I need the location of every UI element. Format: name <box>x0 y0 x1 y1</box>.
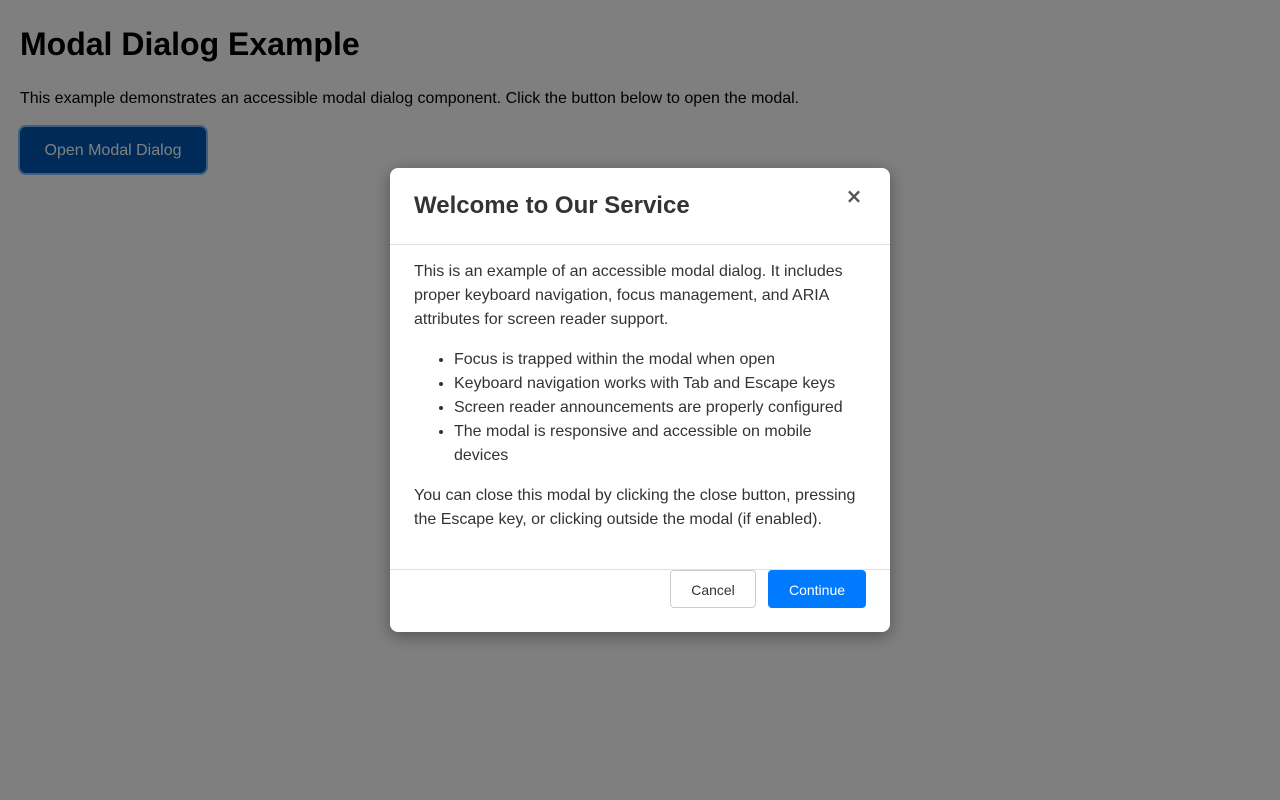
cancel-button[interactable]: Cancel <box>670 570 756 608</box>
modal-dialog: Welcome to Our Service × This is an exam… <box>390 168 890 632</box>
list-item: The modal is responsive and accessible o… <box>454 420 866 468</box>
close-icon[interactable]: × <box>842 184 866 208</box>
feature-list: Focus is trapped within the modal when o… <box>414 348 866 468</box>
modal-title: Welcome to Our Service <box>414 192 690 219</box>
modal-intro-text: This is an example of an accessible moda… <box>414 263 843 328</box>
continue-button[interactable]: Continue <box>768 570 866 608</box>
list-item: Focus is trapped within the modal when o… <box>454 348 866 372</box>
list-item: Keyboard navigation works with Tab and E… <box>454 372 866 396</box>
list-item: Screen reader announcements are properly… <box>454 396 866 420</box>
modal-header: Welcome to Our Service × <box>390 168 890 245</box>
modal-body: This is an example of an accessible moda… <box>414 260 866 532</box>
modal-footer: Cancel Continue <box>390 569 890 632</box>
modal-outro-text: You can close this modal by clicking the… <box>414 487 856 528</box>
